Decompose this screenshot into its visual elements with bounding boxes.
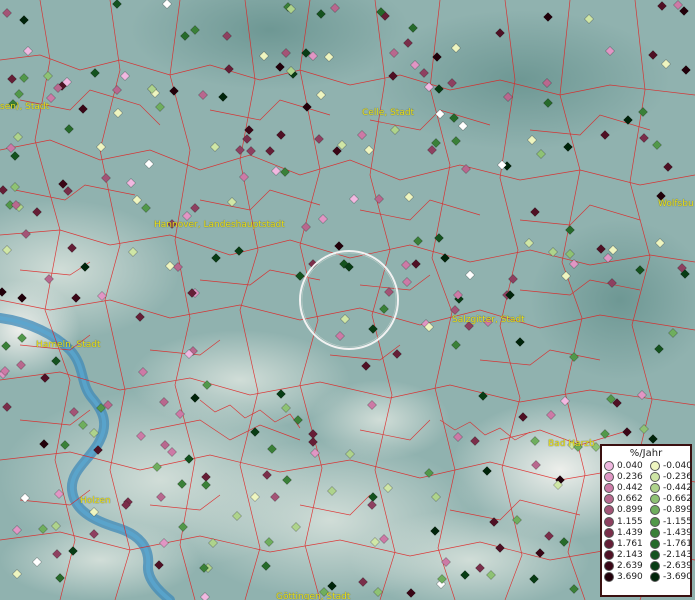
legend-label: 0.442 — [617, 482, 643, 493]
legend-swatch — [604, 516, 614, 527]
city-label-celle: Celle, Stadt — [362, 108, 415, 118]
city-label-hannover: Hannover, Landeshauptstadt — [154, 220, 285, 230]
legend-label: -0.236 — [663, 471, 693, 482]
legend-entry-negative: -1.439 — [650, 527, 694, 538]
legend-entry-negative: -2.143 — [650, 550, 694, 561]
legend-entry-positive: 0.899 — [604, 505, 650, 516]
legend-label: 0.662 — [617, 494, 643, 505]
legend-swatch — [604, 527, 614, 538]
legend-entry-negative: -0.442 — [650, 482, 694, 493]
legend-entry-positive: 2.143 — [604, 550, 650, 561]
map-canvas — [0, 0, 695, 600]
legend-entry-negative: -1.155 — [650, 516, 694, 527]
legend-label: 1.439 — [617, 527, 643, 538]
legend-rows: 0.040 -0.040 0.236 -0.236 0.442 -0.442 0.662 -0… — [604, 460, 692, 583]
legend-swatch — [604, 561, 614, 572]
legend-entry-negative: -2.639 — [650, 561, 694, 572]
legend-swatch — [650, 527, 660, 538]
map-view[interactable]: Celle, Stadt Hannover, Landeshauptstadt … — [0, 0, 695, 600]
legend-entry-positive: 1.155 — [604, 516, 650, 527]
legend-label: -3.690 — [663, 572, 693, 583]
legend-swatch — [650, 482, 660, 493]
legend: %/Jahr 0.040 -0.040 0.236 -0.236 0.442 -0.442… — [600, 444, 692, 597]
legend-entry-positive: 0.442 — [604, 482, 650, 493]
legend-entry-positive: 3.690 — [604, 572, 650, 583]
legend-label: 0.236 — [617, 471, 643, 482]
legend-label: -2.143 — [663, 550, 693, 561]
legend-label: 1.761 — [617, 538, 643, 549]
legend-entry-negative: -1.761 — [650, 538, 694, 549]
legend-label: -1.439 — [663, 527, 693, 538]
legend-swatch — [650, 572, 660, 583]
legend-label: 0.040 — [617, 460, 643, 471]
legend-swatch — [604, 460, 614, 471]
city-label-bad-harzburg: Bad Harzb — [548, 439, 595, 449]
city-label-wolfsburg: Wolfsbu — [658, 199, 694, 209]
legend-entry-positive: 0.662 — [604, 494, 650, 505]
legend-swatch — [650, 538, 660, 549]
legend-swatch — [650, 460, 660, 471]
legend-entry-positive: 0.040 — [604, 460, 650, 471]
legend-label: -0.040 — [663, 460, 693, 471]
legend-label: -0.662 — [663, 494, 693, 505]
legend-entry-negative: -0.662 — [650, 494, 694, 505]
legend-swatch — [604, 471, 614, 482]
legend-entry-negative: -0.040 — [650, 460, 694, 471]
city-label-hameln: Hameln, Stadt — [36, 340, 101, 350]
legend-entry-positive: 2.639 — [604, 561, 650, 572]
city-label-goettingen: Göttingen, Stadt — [276, 592, 351, 600]
legend-entry-negative: -0.899 — [650, 505, 694, 516]
legend-label: -0.899 — [663, 505, 693, 516]
legend-title: %/Jahr — [629, 448, 663, 459]
legend-swatch — [604, 505, 614, 516]
city-label-nienburg: sen), Stadt — [0, 102, 50, 112]
legend-label: -0.442 — [663, 482, 693, 493]
legend-swatch — [604, 482, 614, 493]
legend-entry-negative: -0.236 — [650, 471, 694, 482]
legend-swatch — [650, 471, 660, 482]
legend-label: 2.639 — [617, 561, 643, 572]
legend-entry-positive: 1.761 — [604, 538, 650, 549]
legend-label: -2.639 — [663, 561, 693, 572]
city-label-salzgitter: Salzgitter, Stadt — [452, 315, 525, 325]
legend-swatch — [604, 538, 614, 549]
legend-swatch — [604, 550, 614, 561]
legend-label: -1.155 — [663, 516, 693, 527]
legend-label: 1.155 — [617, 516, 643, 527]
legend-entry-positive: 1.439 — [604, 527, 650, 538]
legend-swatch — [650, 550, 660, 561]
legend-label: 2.143 — [617, 550, 643, 561]
legend-label: 0.899 — [617, 505, 643, 516]
legend-swatch — [650, 561, 660, 572]
legend-entry-negative: -3.690 — [650, 572, 694, 583]
legend-label: 3.690 — [617, 572, 643, 583]
legend-swatch — [650, 505, 660, 516]
legend-swatch — [604, 572, 614, 583]
legend-label: -1.761 — [663, 538, 693, 549]
city-label-holzen: Holzen — [80, 496, 111, 506]
legend-swatch — [650, 494, 660, 505]
legend-entry-positive: 0.236 — [604, 471, 650, 482]
legend-swatch — [650, 516, 660, 527]
legend-swatch — [604, 494, 614, 505]
